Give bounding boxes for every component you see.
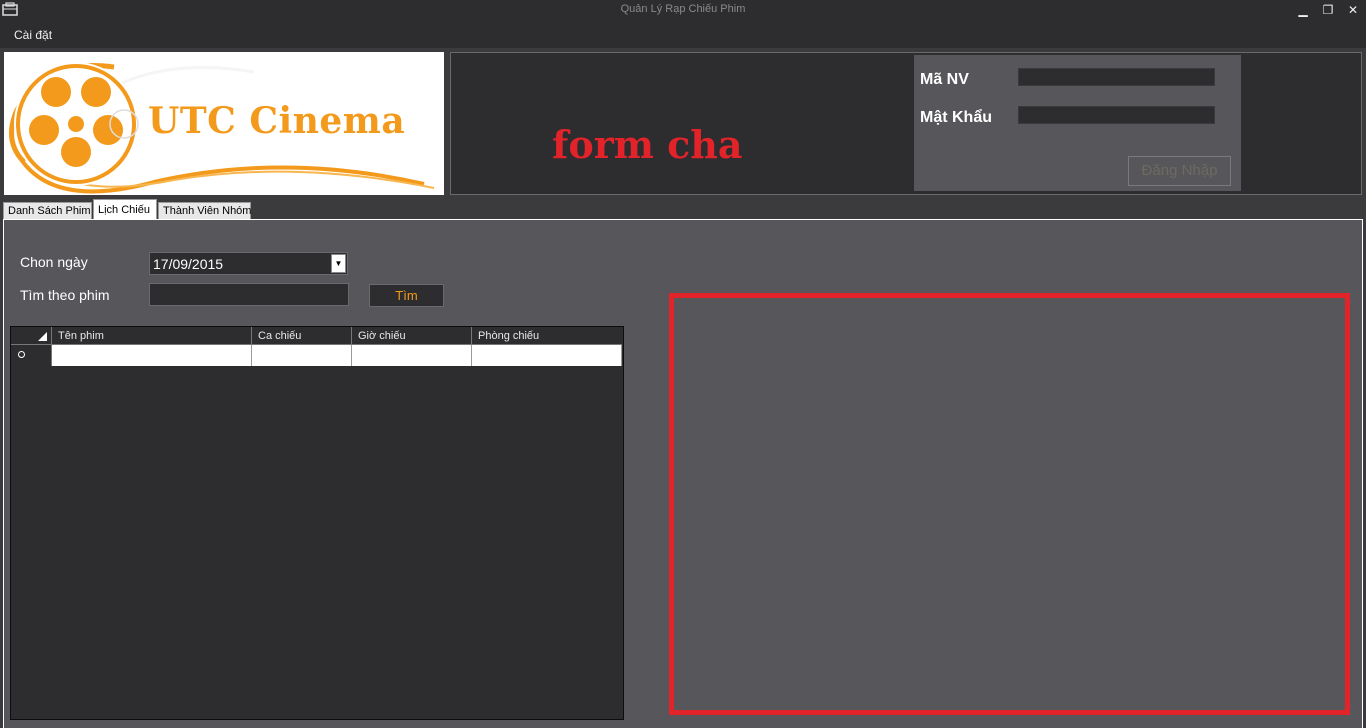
- select-all-icon: [38, 332, 47, 341]
- detail-panel: [669, 293, 1350, 715]
- column-header-shift[interactable]: Ca chiếu: [252, 327, 352, 345]
- maximize-button[interactable]: ❐: [1315, 0, 1341, 20]
- menu-settings[interactable]: Cài đặt: [14, 28, 52, 42]
- row-header[interactable]: [11, 345, 52, 366]
- employee-id-label: Mã NV: [920, 71, 969, 88]
- window-title: Quản Lý Rạp Chiếu Phim: [620, 3, 746, 15]
- close-button[interactable]: ✕: [1340, 0, 1366, 20]
- new-row-icon: [18, 351, 25, 358]
- column-header-showtime[interactable]: Giờ chiếu: [352, 327, 472, 345]
- tab-team-members[interactable]: Thành Viên Nhóm: [158, 202, 251, 220]
- logo-panel: UTC Cinema: [4, 52, 444, 195]
- search-button[interactable]: Tìm: [369, 284, 444, 307]
- logo-text: UTC Cinema: [148, 100, 406, 142]
- minimize-button[interactable]: ▁: [1290, 0, 1316, 20]
- schedule-grid[interactable]: [10, 326, 624, 720]
- column-header-film-name[interactable]: Tên phim: [52, 327, 252, 345]
- form-label: form cha: [552, 122, 743, 167]
- column-header-room[interactable]: Phòng chiếu: [472, 327, 622, 345]
- search-film-label: Tìm theo phim: [20, 287, 110, 303]
- tab-schedule[interactable]: Lịch Chiếu: [93, 199, 157, 221]
- table-cell[interactable]: [52, 345, 252, 366]
- menu-bar: Cài đặt: [0, 22, 1366, 48]
- table-cell[interactable]: [352, 345, 472, 366]
- password-field[interactable]: [1018, 106, 1215, 124]
- title-bar: Quản Lý Rạp Chiếu Phim ▁ ❐ ✕: [0, 0, 1366, 22]
- date-label: Chon ngày: [20, 254, 88, 270]
- login-button[interactable]: Đăng Nhập: [1128, 156, 1231, 186]
- date-picker[interactable]: 17/09/2015 ▼: [149, 252, 348, 275]
- chevron-down-icon[interactable]: ▼: [331, 254, 346, 273]
- table-cell[interactable]: [252, 345, 352, 366]
- tab-movie-list[interactable]: Danh Sách Phim: [3, 202, 92, 220]
- table-cell[interactable]: [472, 345, 622, 366]
- employee-id-field[interactable]: [1018, 68, 1215, 86]
- search-film-input[interactable]: [149, 283, 349, 306]
- password-label: Mật Khẩu: [920, 109, 992, 126]
- date-value: 17/09/2015: [153, 256, 224, 272]
